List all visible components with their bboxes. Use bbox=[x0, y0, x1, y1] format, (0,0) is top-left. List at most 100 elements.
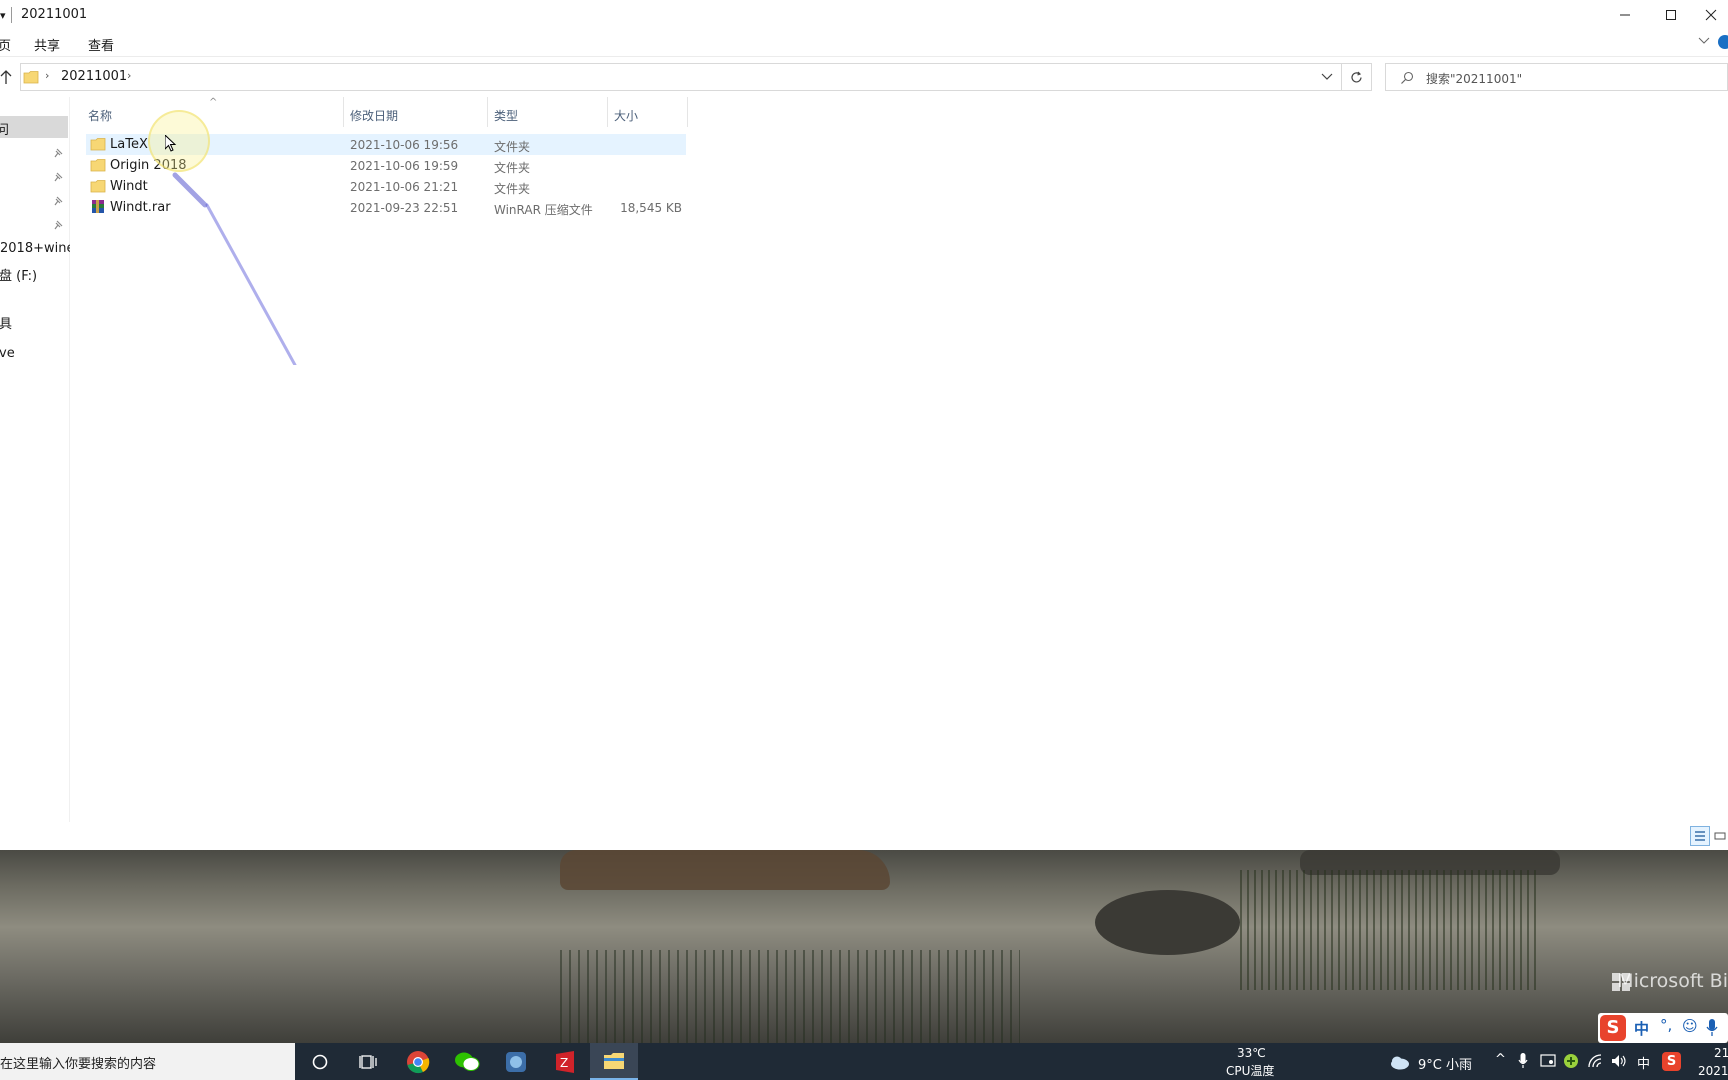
wallpaper-grass bbox=[1240, 870, 1540, 990]
wallpaper-watermark: Microsoft Bi bbox=[1617, 970, 1728, 992]
taskbar: 在这里输入你要搜索的内容 Z 33℃ CPU温度 9°C 小雨 ^ 中 S 21… bbox=[0, 1043, 1728, 1080]
breadcrumb-chevron-icon[interactable]: › bbox=[45, 69, 49, 82]
pin-icon bbox=[54, 196, 63, 206]
file-type: WinRAR 压缩文件 bbox=[494, 203, 593, 217]
device-icon[interactable] bbox=[1540, 1054, 1556, 1068]
large-icons-view-button[interactable] bbox=[1714, 826, 1728, 846]
folder-icon bbox=[90, 180, 106, 193]
nav-item-tools[interactable]: 具 bbox=[0, 313, 12, 332]
file-name: Windt bbox=[110, 179, 148, 194]
app-button[interactable] bbox=[492, 1043, 540, 1080]
pin-icon bbox=[54, 148, 63, 158]
minimize-button[interactable] bbox=[1602, 0, 1648, 30]
file-explorer-icon bbox=[604, 1052, 624, 1069]
file-name: Windt.rar bbox=[110, 200, 171, 215]
file-type: 文件夹 bbox=[494, 140, 531, 154]
ime-indicator[interactable]: 中 bbox=[1637, 1053, 1650, 1072]
show-hidden-icons-icon[interactable]: ^ bbox=[1495, 1052, 1506, 1067]
chevron-down-icon bbox=[1698, 37, 1710, 44]
nav-item-drive[interactable]: ve bbox=[0, 346, 15, 361]
close-icon bbox=[1705, 9, 1717, 21]
taskbar-search-placeholder: 在这里输入你要搜索的内容 bbox=[0, 1057, 157, 1072]
address-history-dropdown[interactable] bbox=[1321, 73, 1333, 81]
sogou-tray-icon[interactable]: S bbox=[1662, 1052, 1681, 1071]
search-box[interactable]: 搜索"20211001" bbox=[1385, 63, 1728, 91]
clock-time[interactable]: 21 bbox=[1714, 1046, 1728, 1060]
column-divider[interactable] bbox=[687, 97, 688, 127]
app-icon bbox=[506, 1051, 526, 1072]
wallpaper-reeds bbox=[560, 950, 1020, 1043]
folder-icon bbox=[90, 159, 106, 172]
navigation-pane[interactable]: 问 2018+winec 盘 (F:) 具 ve bbox=[0, 97, 70, 822]
wifi-icon[interactable] bbox=[1588, 1054, 1604, 1068]
column-divider[interactable] bbox=[487, 97, 488, 127]
nav-item-quick-access[interactable]: 问 bbox=[0, 116, 68, 138]
quick-access-dropdown[interactable]: ▾ bbox=[0, 9, 6, 22]
ime-mode[interactable]: 中 bbox=[1634, 1018, 1649, 1039]
arrow-up-icon bbox=[0, 70, 12, 84]
punctuation-icon[interactable]: °, bbox=[1660, 1016, 1672, 1034]
column-divider[interactable] bbox=[343, 97, 344, 127]
cpu-temperature: 33℃ bbox=[1237, 1046, 1266, 1060]
help-icon[interactable] bbox=[1718, 35, 1728, 49]
winrar-archive-icon bbox=[92, 200, 104, 213]
file-date: 2021-10-06 21:21 bbox=[350, 180, 459, 194]
taskbar-search[interactable]: 在这里输入你要搜索的内容 bbox=[0, 1043, 295, 1080]
wechat-icon bbox=[455, 1052, 480, 1071]
microphone-icon[interactable] bbox=[1706, 1019, 1718, 1037]
emoji-icon[interactable]: ☺ bbox=[1682, 1017, 1698, 1035]
wallpaper-log bbox=[560, 850, 890, 890]
column-header-date[interactable]: 修改日期 bbox=[350, 107, 398, 124]
close-button[interactable] bbox=[1694, 0, 1728, 30]
details-view-button[interactable] bbox=[1690, 826, 1710, 846]
breadcrumb-chevron-icon[interactable]: › bbox=[127, 69, 131, 82]
ime-toolbar[interactable]: S 中 °, ☺ bbox=[1598, 1013, 1728, 1043]
volume-icon[interactable] bbox=[1611, 1054, 1627, 1068]
folder-icon bbox=[23, 71, 39, 84]
file-date: 2021-10-06 19:56 bbox=[350, 138, 459, 152]
pdf-app-icon: Z bbox=[556, 1050, 574, 1073]
nav-item-label: 问 bbox=[0, 123, 10, 138]
maximize-button[interactable] bbox=[1648, 0, 1694, 30]
cpu-temperature-label: CPU温度 bbox=[1226, 1064, 1275, 1078]
pdf-app-button[interactable]: Z bbox=[541, 1043, 589, 1080]
up-button[interactable] bbox=[0, 69, 12, 85]
tray-app-icon[interactable] bbox=[1563, 1053, 1579, 1069]
file-name: LaTeX bbox=[110, 137, 148, 152]
task-view-button[interactable] bbox=[344, 1043, 392, 1080]
chrome-button[interactable] bbox=[394, 1043, 442, 1080]
svg-text:Z: Z bbox=[560, 1056, 568, 1070]
weather-cloud-icon bbox=[1391, 1056, 1409, 1070]
task-view-icon bbox=[359, 1054, 377, 1069]
column-header-type[interactable]: 类型 bbox=[494, 107, 518, 124]
title-separator bbox=[11, 7, 12, 23]
maximize-icon bbox=[1666, 10, 1676, 20]
breadcrumb-current[interactable]: 20211001 bbox=[61, 69, 127, 84]
tab-share[interactable]: 共享 bbox=[34, 35, 60, 54]
cortana-button[interactable] bbox=[296, 1043, 344, 1080]
tab-view[interactable]: 查看 bbox=[88, 35, 114, 54]
address-bar[interactable]: › 20211001 › bbox=[20, 63, 1342, 91]
nav-item-drive-f[interactable]: 盘 (F:) bbox=[0, 265, 37, 284]
refresh-button[interactable] bbox=[1341, 63, 1372, 91]
column-divider[interactable] bbox=[607, 97, 608, 127]
file-date: 2021-09-23 22:51 bbox=[350, 201, 459, 215]
file-explorer-button[interactable] bbox=[590, 1043, 638, 1080]
clock-date[interactable]: 2021 bbox=[1698, 1064, 1728, 1078]
file-list[interactable]: ^ 名称 修改日期 类型 大小 LaTeX 2021-10-06 19:56 文… bbox=[70, 97, 1728, 822]
cortana-icon bbox=[312, 1054, 328, 1069]
ribbon: 页 共享 查看 bbox=[0, 30, 1728, 57]
column-header-name[interactable]: 名称 bbox=[88, 107, 112, 124]
search-icon bbox=[1401, 71, 1414, 84]
refresh-icon bbox=[1350, 71, 1362, 82]
weather-text[interactable]: 9°C 小雨 bbox=[1418, 1054, 1472, 1073]
nav-item-folder[interactable]: 2018+winec bbox=[0, 241, 70, 256]
microphone-icon[interactable] bbox=[1518, 1053, 1528, 1069]
desktop-wallpaper: Microsoft Bi bbox=[0, 850, 1728, 1043]
wechat-button[interactable] bbox=[443, 1043, 491, 1080]
minimize-icon bbox=[1620, 14, 1630, 16]
folder-icon bbox=[90, 138, 106, 151]
ribbon-expand-button[interactable] bbox=[1698, 36, 1710, 46]
column-header-size[interactable]: 大小 bbox=[614, 107, 638, 124]
tab-home[interactable]: 页 bbox=[0, 35, 11, 54]
